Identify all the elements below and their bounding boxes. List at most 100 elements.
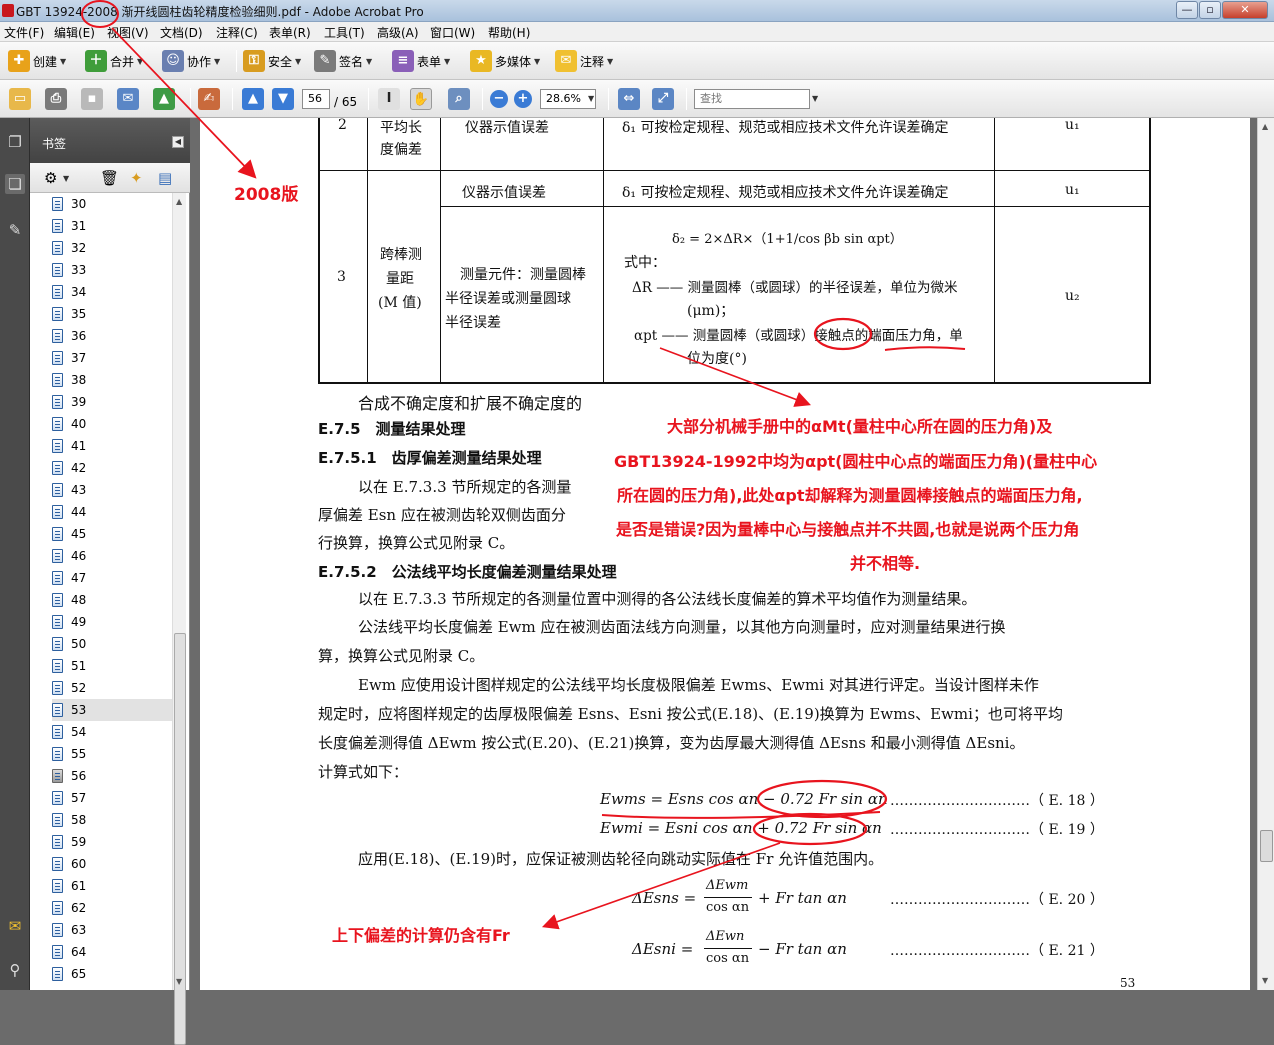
minimize-button[interactable]: — bbox=[1176, 1, 1198, 19]
scroll-down-icon[interactable]: ▼ bbox=[176, 977, 182, 986]
bookmark-item[interactable]: 43 bbox=[52, 479, 172, 501]
combine-button[interactable]: ＋合并 ▼ bbox=[85, 49, 143, 73]
multimedia-button[interactable]: ★ 多媒体 ▼ bbox=[470, 49, 540, 73]
bookmark-item[interactable]: 62 bbox=[52, 897, 172, 919]
bookmark-item[interactable]: 51 bbox=[52, 655, 172, 677]
bookmarks-toolbar: ⚙ ▼ 🗑 ✦ ▤ bbox=[30, 163, 190, 193]
bookmark-item[interactable]: 60 bbox=[52, 853, 172, 875]
document-scrollbar[interactable]: ▲ ▼ bbox=[1257, 118, 1274, 990]
menu-advanced[interactable]: 高级(A) bbox=[377, 24, 419, 41]
previous-page-button[interactable]: ▲ bbox=[242, 87, 264, 111]
scroll-up-icon[interactable]: ▲ bbox=[176, 197, 182, 206]
page-number-input[interactable]: 56 bbox=[302, 89, 330, 109]
bookmark-item[interactable]: 36 bbox=[52, 325, 172, 347]
open-button[interactable]: ▭ bbox=[9, 87, 31, 111]
menu-comments[interactable]: 注释(C) bbox=[216, 24, 258, 41]
bookmark-item[interactable]: 31 bbox=[52, 215, 172, 237]
expand-bookmark-icon[interactable]: ▤ bbox=[158, 169, 172, 187]
bookmark-label: 63 bbox=[71, 923, 87, 937]
sign-stamp-button[interactable]: ✍ bbox=[198, 87, 220, 111]
delete-bookmark-icon[interactable]: 🗑 bbox=[100, 169, 119, 187]
bookmark-item[interactable]: 52 bbox=[52, 677, 172, 699]
bookmark-item[interactable]: 37 bbox=[52, 347, 172, 369]
table-cell: u₁ bbox=[1065, 118, 1080, 133]
find-input[interactable]: 查找 bbox=[694, 89, 810, 109]
acrobat-app-icon[interactable] bbox=[2, 4, 14, 17]
create-button[interactable]: ✚ 创建 ▼ bbox=[8, 49, 66, 73]
zoom-tool-button[interactable]: ⌕ bbox=[448, 87, 470, 111]
bookmark-item[interactable]: 56 bbox=[52, 765, 172, 787]
bookmark-item[interactable]: 40 bbox=[52, 413, 172, 435]
upload-button[interactable]: ▲ bbox=[153, 87, 175, 111]
document-viewport[interactable]: 2 平均长 度偏差 仪器示值误差 δ₁ 可按检定规程、规范或相应技术文件允许误差… bbox=[190, 118, 1257, 990]
secure-button[interactable]: ⚿ 安全 ▼ bbox=[243, 49, 301, 73]
document-scroll-thumb[interactable] bbox=[1260, 830, 1273, 862]
print-button[interactable]: ⎙ bbox=[45, 87, 67, 111]
bookmark-item[interactable]: 30 bbox=[52, 193, 172, 215]
bookmark-item[interactable]: 59 bbox=[52, 831, 172, 853]
bookmark-item[interactable]: 46 bbox=[52, 545, 172, 567]
bookmark-item[interactable]: 61 bbox=[52, 875, 172, 897]
bookmark-item[interactable]: 64 bbox=[52, 941, 172, 963]
scroll-down-icon[interactable]: ▼ bbox=[1262, 976, 1268, 985]
zoom-in-button[interactable]: + bbox=[514, 87, 532, 111]
menu-help[interactable]: 帮助(H) bbox=[488, 24, 530, 41]
bookmark-item[interactable]: 49 bbox=[52, 611, 172, 633]
menu-view[interactable]: 视图(V) bbox=[107, 24, 149, 41]
bookmark-item[interactable]: 39 bbox=[52, 391, 172, 413]
bookmark-item[interactable]: 44 bbox=[52, 501, 172, 523]
collapse-panel-icon[interactable]: ◀ bbox=[172, 136, 184, 148]
menu-forms[interactable]: 表单(R) bbox=[269, 24, 311, 41]
bookmark-item[interactable]: 63 bbox=[52, 919, 172, 941]
forms-button[interactable]: ≡ 表单 ▼ bbox=[392, 49, 450, 73]
new-bookmark-icon[interactable]: ✦ bbox=[130, 169, 143, 187]
bookmarks-icon[interactable]: ❏ bbox=[5, 174, 25, 194]
bookmark-item[interactable]: 58 bbox=[52, 809, 172, 831]
menu-edit[interactable]: 编辑(E) bbox=[54, 24, 95, 41]
menu-file[interactable]: 文件(F) bbox=[4, 24, 44, 41]
options-gear-icon[interactable]: ⚙ bbox=[44, 169, 57, 187]
bookmarks-scrollbar[interactable]: ▲ ▼ bbox=[172, 193, 186, 1045]
zoom-dropdown-icon[interactable]: ▼ bbox=[588, 94, 594, 103]
zoom-out-button[interactable]: − bbox=[490, 87, 508, 111]
save-button[interactable]: ▪ bbox=[81, 87, 103, 111]
comments-icon[interactable]: ✉ bbox=[5, 916, 25, 936]
comment-button[interactable]: ✉ 注释 ▼ bbox=[555, 49, 613, 73]
bookmark-item[interactable]: 34 bbox=[52, 281, 172, 303]
email-button[interactable]: ✉ bbox=[117, 87, 139, 111]
bookmark-item[interactable]: 65 bbox=[52, 963, 172, 985]
menu-document[interactable]: 文档(D) bbox=[160, 24, 203, 41]
bookmark-item[interactable]: 55 bbox=[52, 743, 172, 765]
collaborate-button[interactable]: ☺ 协作 ▼ bbox=[162, 49, 220, 73]
find-dropdown-icon[interactable]: ▼ bbox=[812, 94, 818, 103]
attachments-icon[interactable]: ⚲ bbox=[5, 960, 25, 980]
pages-icon[interactable]: ❐ bbox=[5, 132, 25, 152]
scroll-up-icon[interactable]: ▲ bbox=[1262, 122, 1268, 131]
bookmark-item[interactable]: 47 bbox=[52, 567, 172, 589]
bookmark-item[interactable]: 53 bbox=[52, 699, 172, 721]
next-page-button[interactable]: ▼ bbox=[272, 87, 294, 111]
bookmark-item[interactable]: 54 bbox=[52, 721, 172, 743]
maximize-button[interactable]: ▫ bbox=[1199, 1, 1221, 19]
sign-button[interactable]: ✎ 签名 ▼ bbox=[314, 49, 372, 73]
hand-tool-button[interactable]: ✋ bbox=[410, 87, 432, 111]
menu-window[interactable]: 窗口(W) bbox=[430, 24, 475, 41]
options-dropdown-icon[interactable]: ▼ bbox=[63, 174, 69, 183]
bookmark-item[interactable]: 35 bbox=[52, 303, 172, 325]
bookmark-item[interactable]: 38 bbox=[52, 369, 172, 391]
bookmark-item[interactable]: 33 bbox=[52, 259, 172, 281]
bookmark-item[interactable]: 50 bbox=[52, 633, 172, 655]
close-button[interactable]: ✕ bbox=[1222, 1, 1268, 19]
bookmark-item[interactable]: 45 bbox=[52, 523, 172, 545]
bookmark-item[interactable]: 48 bbox=[52, 589, 172, 611]
bookmarks-panel: 书签 ◀ ⚙ ▼ 🗑 ✦ ▤ 30 31 32 33 34 35 36 37 38 39 40 41 4… bbox=[30, 118, 190, 1045]
bookmark-item[interactable]: 42 bbox=[52, 457, 172, 479]
bookmark-item[interactable]: 57 bbox=[52, 787, 172, 809]
select-tool-button[interactable]: I bbox=[378, 87, 400, 111]
menu-tools[interactable]: 工具(T) bbox=[324, 24, 365, 41]
fit-page-button[interactable]: ⤢ bbox=[652, 87, 674, 111]
signatures-icon[interactable]: ✎ bbox=[5, 220, 25, 240]
bookmark-item[interactable]: 41 bbox=[52, 435, 172, 457]
fit-width-button[interactable]: ⇔ bbox=[618, 87, 640, 111]
bookmark-item[interactable]: 32 bbox=[52, 237, 172, 259]
